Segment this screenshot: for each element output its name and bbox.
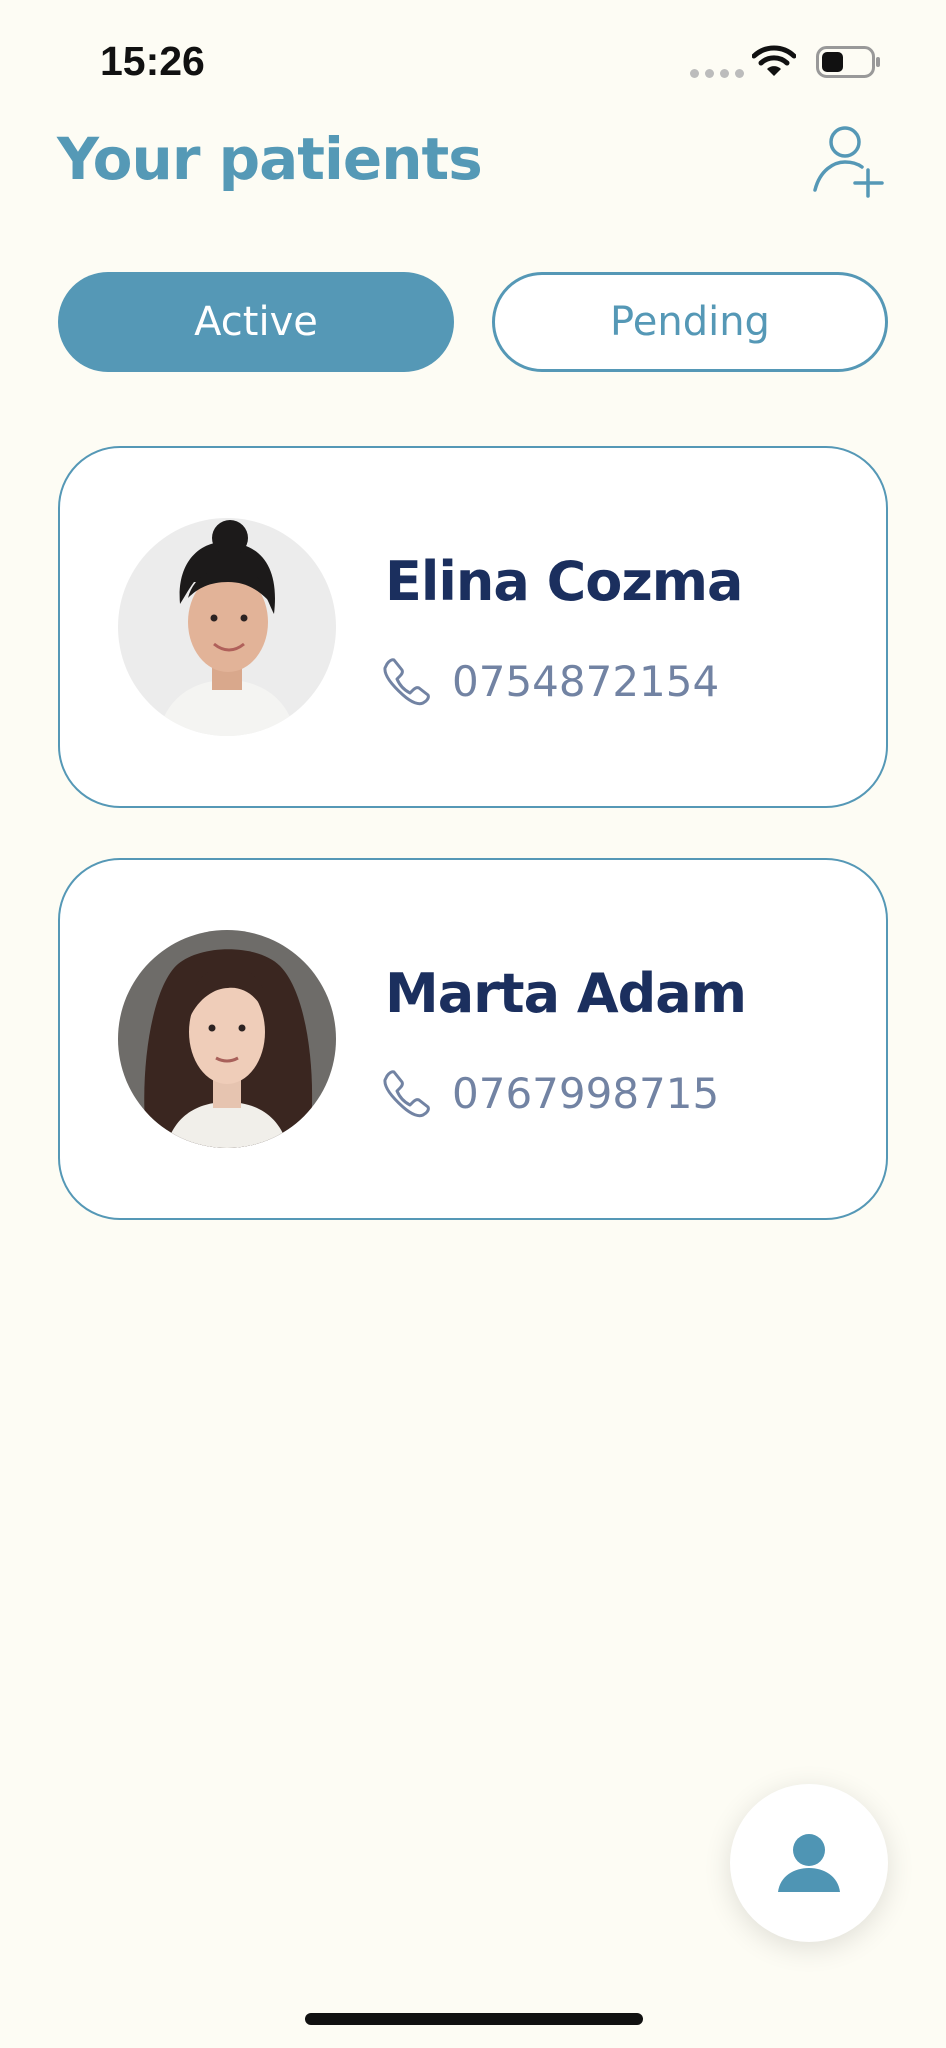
patient-name: Elina Cozma — [385, 550, 743, 613]
patient-avatar — [118, 518, 336, 736]
phone-number: 0754872154 — [452, 656, 720, 706]
patient-card[interactable]: Marta Adam 0767998715 — [58, 858, 888, 1220]
profile-button[interactable] — [730, 1784, 888, 1942]
status-bar: 15:26 — [0, 0, 946, 110]
add-patient-button[interactable] — [812, 124, 886, 198]
add-person-icon — [813, 126, 884, 198]
tab-pending[interactable]: Pending — [492, 272, 888, 372]
phone-icon — [383, 1070, 430, 1118]
page-title: Your patients — [57, 125, 483, 193]
phone-number: 0767998715 — [452, 1068, 720, 1118]
battery-icon — [816, 46, 880, 78]
profile-icon — [778, 1834, 840, 1892]
tab-active[interactable]: Active — [58, 272, 454, 372]
status-time: 15:26 — [100, 38, 205, 84]
phone-row[interactable]: 0767998715 — [382, 1068, 719, 1118]
patient-avatar — [118, 930, 336, 1148]
patient-name: Marta Adam — [385, 962, 747, 1025]
home-indicator — [305, 2013, 643, 2025]
cellular-signal-icon — [690, 69, 744, 78]
wifi-icon — [752, 45, 796, 76]
phone-icon — [383, 658, 430, 706]
patient-card[interactable]: Elina Cozma 0754872154 — [58, 446, 888, 808]
phone-row[interactable]: 0754872154 — [382, 656, 719, 706]
